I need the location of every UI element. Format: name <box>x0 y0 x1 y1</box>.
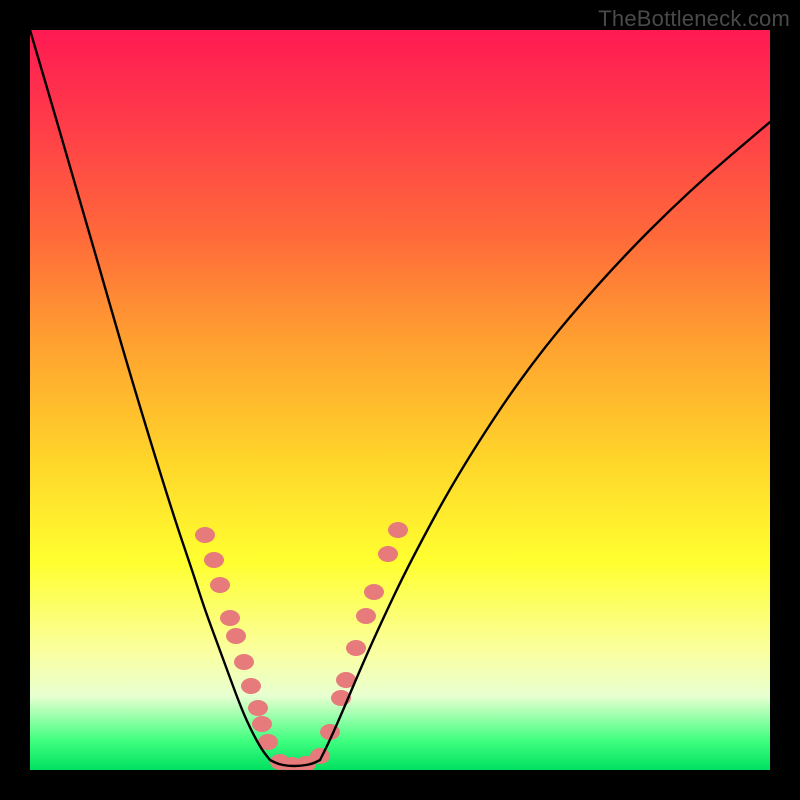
watermark-text: TheBottleneck.com <box>598 6 790 32</box>
data-marker <box>220 610 240 626</box>
data-marker <box>210 577 230 593</box>
curves-svg <box>30 30 770 770</box>
data-marker <box>248 700 268 716</box>
marker-group <box>195 522 408 770</box>
right-curve <box>320 122 770 760</box>
data-marker <box>388 522 408 538</box>
data-marker <box>234 654 254 670</box>
data-marker <box>310 748 330 764</box>
left-curve <box>30 30 270 760</box>
data-marker <box>204 552 224 568</box>
data-marker <box>364 584 384 600</box>
data-marker <box>252 716 272 732</box>
chart-frame: TheBottleneck.com <box>0 0 800 800</box>
data-marker <box>195 527 215 543</box>
data-marker <box>226 628 246 644</box>
plot-area <box>30 30 770 770</box>
data-marker <box>356 608 376 624</box>
data-marker <box>241 678 261 694</box>
data-marker <box>378 546 398 562</box>
data-marker <box>346 640 366 656</box>
